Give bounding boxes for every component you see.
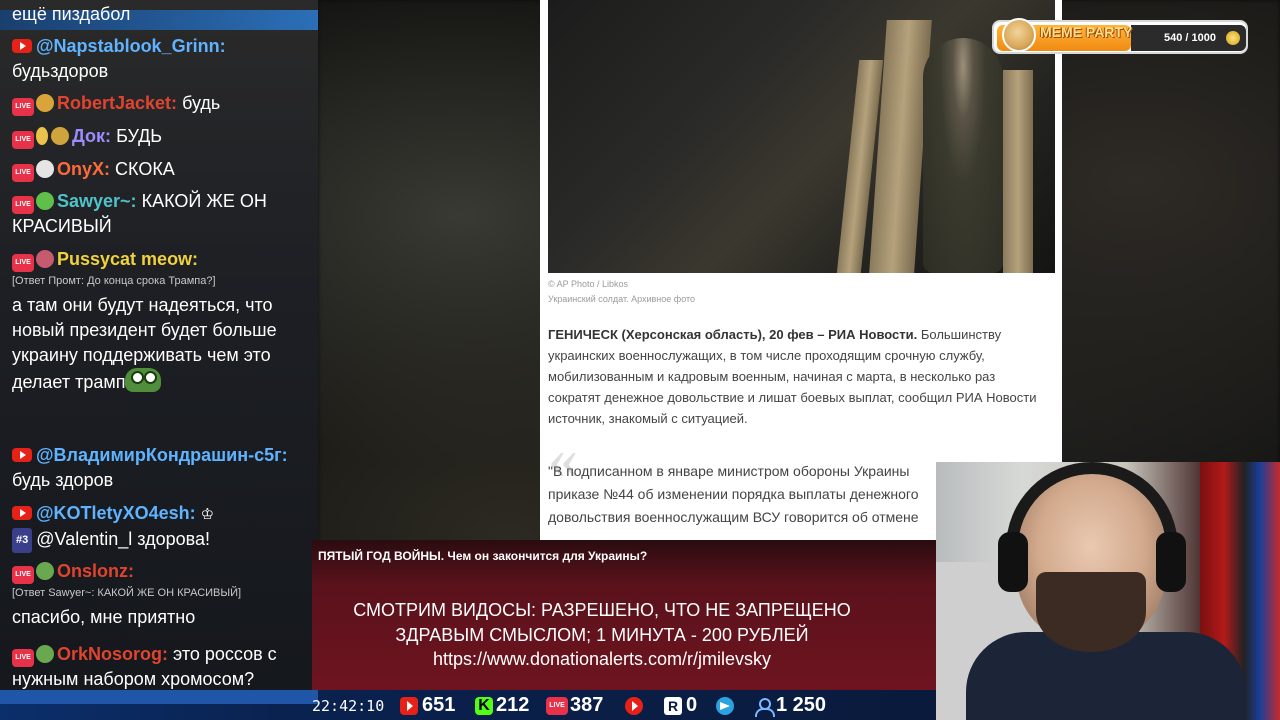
meme-party-count: 540 / 1000: [1164, 32, 1216, 44]
chat-message-text: будь здоров: [12, 470, 114, 490]
vk-live-icon: LIVE: [12, 164, 34, 182]
meme-party-title: MEME PARTY: [1040, 24, 1133, 40]
chat-message-text: СКОКА: [115, 159, 175, 179]
chat-nick[interactable]: Док:: [72, 126, 111, 146]
chat-message: LIVE OrkNosorog: это россов с нужным набо…: [12, 642, 312, 692]
kick-viewer-count: 212: [496, 694, 530, 716]
telegram-icon: [716, 697, 734, 715]
stats-accent-stripe: [0, 690, 318, 704]
chat-nick[interactable]: Sawyer~:: [57, 191, 137, 211]
streamer-beard: [1036, 572, 1146, 652]
news-article: © AP Photo / Libkos Украинский солдат. А…: [540, 0, 1062, 540]
kick-icon: K: [475, 697, 493, 715]
article-photo: [548, 0, 1055, 273]
avatar-icon: [36, 562, 54, 580]
article-lead: ГЕНИЧЕСК (Херсонская область), 20 фев – …: [548, 324, 1043, 429]
reply-quote: [Ответ Sawyer~: КАКОЙ ЖЕ ОН КРАСИВЫЙ]: [12, 587, 242, 599]
soldier-figure: [923, 38, 1003, 273]
chat-nick[interactable]: @ВладимирКондрашин-с5г:: [36, 445, 288, 465]
chat-nick[interactable]: Onslonz:: [57, 561, 134, 581]
donation-link[interactable]: https://www.donationalerts.com/r/jmilevs…: [312, 647, 892, 672]
wooden-plank: [1003, 70, 1033, 273]
chat-message-text: а там они будут надеяться, что новый пре…: [12, 293, 312, 395]
headphone-cup-right: [1156, 532, 1186, 592]
chat-message-text: ещё пиздабол: [12, 4, 131, 24]
streamer-webcam: [936, 462, 1280, 720]
youtube-icon: [12, 448, 32, 462]
coin-icon: [1226, 31, 1240, 45]
live-chat-panel: ещё пиздабол @Napstablook_Grinn: будьздо…: [0, 0, 318, 720]
photo-credit: © AP Photo / Libkos: [548, 279, 629, 289]
avatar-icon: [51, 127, 69, 145]
chat-message: LIVE Onslonz: [Ответ Sawyer~: КАКОЙ ЖЕ ОН…: [12, 559, 312, 630]
chat-message: LIVE Док: БУДЬ: [12, 124, 312, 149]
vk-live-icon: LIVE: [12, 196, 34, 214]
user-icon: [754, 697, 775, 717]
chat-message-text: БУДЬ: [116, 126, 163, 146]
chat-message: @ВладимирКондрашин-с5г: будь здоров: [12, 443, 312, 493]
chat-nick[interactable]: Pussycat meow:: [57, 249, 198, 269]
youtube-icon: [400, 697, 418, 715]
avatar-icon: [36, 192, 54, 210]
article-dateline: ГЕНИЧЕСК (Херсонская область), 20 фев – …: [548, 327, 918, 342]
vk-video-icon: [625, 697, 643, 715]
chat-message: @Napstablook_Grinn: будьздоров: [12, 34, 312, 84]
chat-nick[interactable]: OnyX:: [57, 159, 110, 179]
chat-message: @KOTletyXO4esh: ♔ #3 @Valentin_l здорова!: [12, 501, 312, 553]
chat-nick[interactable]: OrkNosorog:: [57, 644, 168, 664]
youtube-viewer-count: 651: [422, 694, 456, 716]
video-title: ПЯТЫЙ ГОД ВОЙНЫ. Чем он закончится для У…: [318, 549, 648, 563]
avatar-icon: [36, 645, 54, 663]
avatar-icon: [36, 94, 54, 112]
rutube-viewer-count: 0: [686, 694, 698, 716]
chat-message-text: будь: [182, 93, 221, 113]
total-viewer-count: 1 250: [776, 694, 827, 716]
vk-live-icon: LIVE: [12, 131, 34, 149]
vk-live-viewer-count: 387: [570, 694, 604, 716]
trophy-icon: [36, 127, 48, 145]
chat-message: LIVE Pussycat meow: [Ответ Промт: До конц…: [12, 247, 312, 395]
chat-nick[interactable]: @Napstablook_Grinn:: [36, 36, 226, 56]
youtube-icon: [12, 506, 32, 520]
chat-message-text: спасибо, мне приятно: [12, 607, 196, 627]
donation-rules-line: СМОТРИМ ВИДОСЫ: РАЗРЕШЕНО, ЧТО НЕ ЗАПРЕЩ…: [353, 600, 851, 620]
rutube-icon: R: [664, 697, 682, 715]
chat-message: LIVE OnyX: СКОКА: [12, 157, 312, 182]
chat-message-text: будьздоров: [12, 61, 109, 81]
headphones: [1006, 462, 1178, 572]
avatar-icon: [36, 160, 54, 178]
vk-live-icon: LIVE: [12, 254, 34, 272]
chat-nick[interactable]: RobertJacket:: [57, 93, 177, 113]
chat-message: LIVE RobertJacket: будь: [12, 91, 312, 116]
reply-quote: [Ответ Промт: До конца срока Трампа?]: [12, 275, 216, 287]
donation-price-line: ЗДРАВЫМ СМЫСЛОМ; 1 МИНУТА - 200 РУБЛЕЙ: [395, 624, 809, 645]
chat-nick[interactable]: @KOTletyXO4esh:: [36, 503, 196, 523]
avatar-icon: [36, 250, 54, 268]
vk-live-icon: LIVE: [546, 697, 568, 715]
chat-message: LIVE Sawyer~: КАКОЙ ЖЕ ОН КРАСИВЫЙ: [12, 189, 312, 239]
pepe-emote-icon: [125, 368, 162, 392]
meme-party-widget: MEME PARTY 540 / 1000: [992, 18, 1248, 54]
vk-live-icon: LIVE: [12, 649, 34, 667]
doge-icon: [1002, 18, 1036, 52]
rank-badge: #3: [12, 528, 33, 553]
stream-clock: 22:42:10: [312, 697, 385, 715]
donation-info: СМОТРИМ ВИДОСЫ: РАЗРЕШЕНО, ЧТО НЕ ЗАПРЕЩ…: [312, 598, 892, 672]
youtube-icon: [12, 39, 32, 53]
photo-caption: Украинский солдат. Архивное фото: [548, 294, 696, 304]
chat-message: ещё пиздабол: [12, 2, 312, 27]
vk-live-icon: LIVE: [12, 98, 34, 116]
headphone-cup-left: [998, 532, 1028, 592]
vk-live-icon: LIVE: [12, 566, 34, 584]
crown-icon: ♔: [200, 506, 215, 523]
chat-message-text: @Valentin_l здорова!: [36, 529, 211, 549]
